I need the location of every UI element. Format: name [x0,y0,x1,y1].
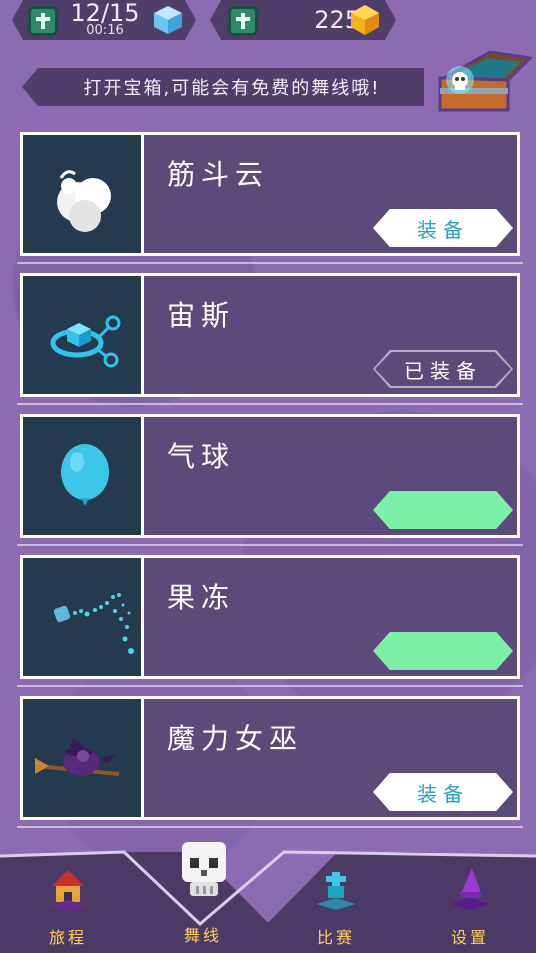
equipped-label: 已装备 [375,352,511,386]
trail-thumbnail [23,699,144,817]
trail-name: 筋斗云 [167,158,270,191]
trail-name: 魔力女巫 [167,722,304,755]
nav-match[interactable]: 比赛 [291,866,381,952]
treasure-hint-banner: 打开宝箱,可能会有免费的舞线哦! [22,68,424,106]
coins-panel[interactable]: 225 [210,0,396,40]
trail-thumbnail [23,276,144,394]
cube-icon [154,6,182,34]
trail-name: 气球 [167,440,236,473]
trail-name: 宙斯 [167,299,236,332]
equip-button[interactable]: 装备 [373,773,513,811]
trail-thumbnail [23,417,144,535]
witch-icon [35,738,120,776]
nav-label: 设置 [450,928,489,947]
trail-card: 气球 [17,414,523,546]
trophy-icon [316,872,356,910]
nav-dance-line[interactable]: 舞线 [158,890,248,953]
lives-panel[interactable]: 12/15 00:16 [12,0,196,40]
nav-label: 舞线 [183,926,222,945]
nav-settings[interactable]: 设置 [425,866,515,952]
trail-card: 魔力女巫 装备 [17,696,523,828]
trail-card: 宙斯 已装备 [17,273,523,405]
equip-button[interactable]: 装备 [373,209,513,247]
wizard-hat-icon [450,868,490,910]
lives-timer: 00:16 [86,23,124,38]
trail-list: 筋斗云 装备 宙斯 已装备 气球 果冻 魔力女巫 装备 [17,132,523,837]
equipped-badge: 已装备 [373,350,513,388]
trail-card: 筋斗云 装备 [17,132,523,264]
trail-thumbnail [23,135,144,253]
buy-button[interactable] [373,632,513,670]
trail-name: 果冻 [167,581,236,614]
cross-icon [28,6,58,36]
treasure-chest-icon[interactable] [430,44,534,114]
nav-journey[interactable]: 旅程 [23,866,113,952]
cross-icon [228,6,258,36]
nav-label: 旅程 [48,928,87,947]
zeus-cube-icon [50,315,121,368]
balloon-icon [61,444,109,506]
buy-button[interactable] [373,491,513,529]
gem-icon [351,5,379,35]
nav-label: 比赛 [316,928,355,947]
castle-icon [48,870,88,912]
cloud-icon [57,170,111,232]
banner-text: 打开宝箱,可能会有免费的舞线哦! [83,78,381,99]
status-bar: 12/15 00:16 225 [0,0,536,42]
jelly-splash-icon [53,593,134,654]
trail-thumbnail [23,558,144,676]
trail-card: 果冻 [17,555,523,687]
